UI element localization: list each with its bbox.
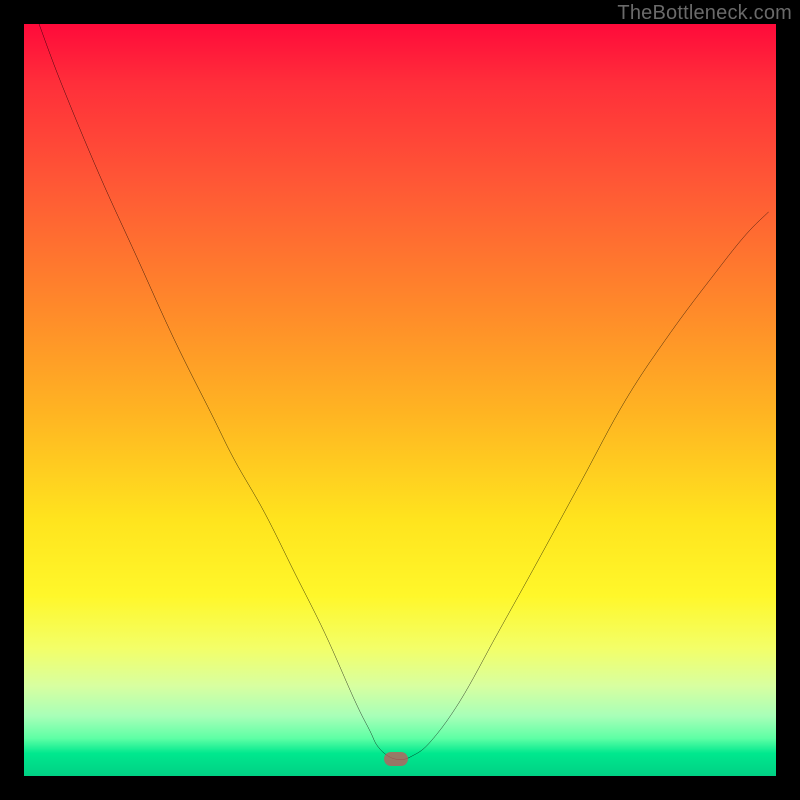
plot-area xyxy=(24,24,776,776)
bottleneck-marker xyxy=(384,752,408,766)
watermark-text: TheBottleneck.com xyxy=(617,2,792,25)
bottleneck-curve xyxy=(24,24,776,776)
chart-stage: TheBottleneck.com xyxy=(0,0,800,800)
